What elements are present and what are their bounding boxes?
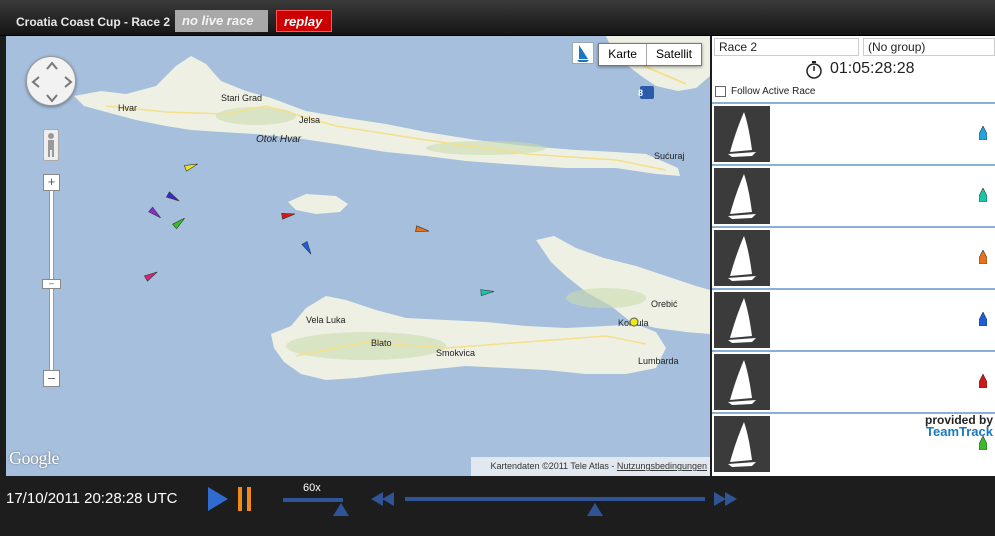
pan-control[interactable] — [26, 56, 76, 106]
teamtrack-logo[interactable]: TeamTrack — [925, 425, 993, 438]
rewind-icon[interactable] — [371, 492, 395, 506]
sailboat-thumbnail-icon — [714, 230, 770, 286]
boat-list-item[interactable] — [712, 226, 995, 288]
tab-replay[interactable]: replay — [276, 10, 332, 32]
race-title: Croatia Coast Cup - Race 2 — [16, 15, 171, 29]
pan-left-icon — [31, 76, 40, 88]
play-icon[interactable] — [206, 486, 230, 512]
boat-marker[interactable] — [301, 240, 314, 255]
sailboat-thumbnail-icon — [714, 416, 770, 472]
boat-list-item[interactable] — [712, 288, 995, 350]
tab-no-live-race[interactable]: no live race — [175, 10, 268, 32]
terms-link[interactable]: Nutzungsbedingungen — [617, 461, 707, 471]
race-map[interactable]: 8 Hvar Stari Grad Jelsa Otok Hvar Sućura… — [6, 36, 710, 476]
sailboat-thumbnail-icon — [714, 292, 770, 348]
race-select[interactable]: Race 2 — [714, 38, 859, 56]
street-view-pegman-icon[interactable] — [43, 129, 59, 161]
elapsed-time: 01:05:28:28 — [830, 60, 915, 77]
speed-slider-thumb[interactable] — [333, 503, 349, 516]
fast-forward-icon[interactable] — [714, 492, 738, 506]
boat-color-icon — [979, 126, 987, 140]
boat-list-item[interactable] — [712, 350, 995, 412]
boat-color-icon — [979, 374, 987, 388]
boat-marker[interactable] — [415, 225, 430, 234]
zoom-in-button[interactable]: + — [43, 174, 60, 191]
boat-list-item[interactable] — [712, 164, 995, 226]
pan-down-icon — [46, 94, 58, 103]
zoom-slider-thumb[interactable]: – — [42, 279, 61, 289]
map-type-control: Karte Satellit — [598, 43, 702, 66]
stopwatch-icon — [806, 61, 822, 79]
sailboat-thumbnail-icon — [714, 354, 770, 410]
top-bar: Croatia Coast Cup - Race 2 no live race … — [0, 0, 995, 36]
tracker-app: Croatia Coast Cup - Race 2 no live race … — [0, 0, 995, 536]
boat-marker[interactable] — [183, 161, 198, 172]
map-type-satellite-button[interactable]: Satellit — [647, 44, 701, 65]
map-type-karte-button[interactable]: Karte — [599, 44, 647, 65]
boat-color-icon — [979, 188, 987, 202]
map-attribution: Kartendaten ©2011 Tele Atlas - Nutzungsb… — [470, 457, 710, 476]
pause-icon[interactable] — [236, 486, 254, 512]
follow-active-race-label: Follow Active Race — [731, 86, 816, 97]
speed-slider-track[interactable] — [283, 498, 343, 502]
boat-marker[interactable] — [480, 288, 495, 297]
timeline-slider-thumb[interactable] — [587, 503, 603, 516]
boat-marker[interactable] — [172, 216, 187, 230]
sailboat-marker-icon[interactable] — [572, 42, 594, 64]
group-select[interactable]: (No group) — [863, 38, 995, 56]
boat-marker[interactable] — [281, 211, 296, 220]
finish-marker-icon — [629, 317, 639, 327]
pan-right-icon — [64, 76, 73, 88]
side-panel: Race 2 (No group) 01:05:28:28 Follow Act… — [712, 36, 995, 476]
sailboat-thumbnail-icon — [714, 106, 770, 162]
current-datetime: 17/10/2011 20:28:28 UTC — [6, 490, 178, 507]
zoom-out-button[interactable]: – — [43, 370, 60, 387]
provided-by: provided by TeamTrack — [925, 414, 993, 438]
pan-up-icon — [46, 61, 58, 70]
boat-color-icon — [979, 250, 987, 264]
playback-speed: 60x — [303, 482, 321, 494]
boat-color-icon — [979, 312, 987, 326]
follow-active-race-checkbox[interactable] — [715, 86, 726, 97]
boat-marker[interactable] — [148, 206, 163, 220]
boat-list-item[interactable] — [712, 102, 995, 164]
playback-bar: 17/10/2011 20:28:28 UTC 60x — [0, 476, 995, 536]
boat-marker[interactable] — [143, 269, 158, 282]
attribution-text: Kartendaten ©2011 Tele Atlas - — [490, 461, 617, 471]
boats-layer — [143, 161, 495, 297]
timeline-slider-track[interactable] — [405, 497, 705, 501]
sailboat-thumbnail-icon — [714, 168, 770, 224]
google-logo: Google — [9, 448, 60, 468]
boat-marker[interactable] — [165, 191, 180, 204]
